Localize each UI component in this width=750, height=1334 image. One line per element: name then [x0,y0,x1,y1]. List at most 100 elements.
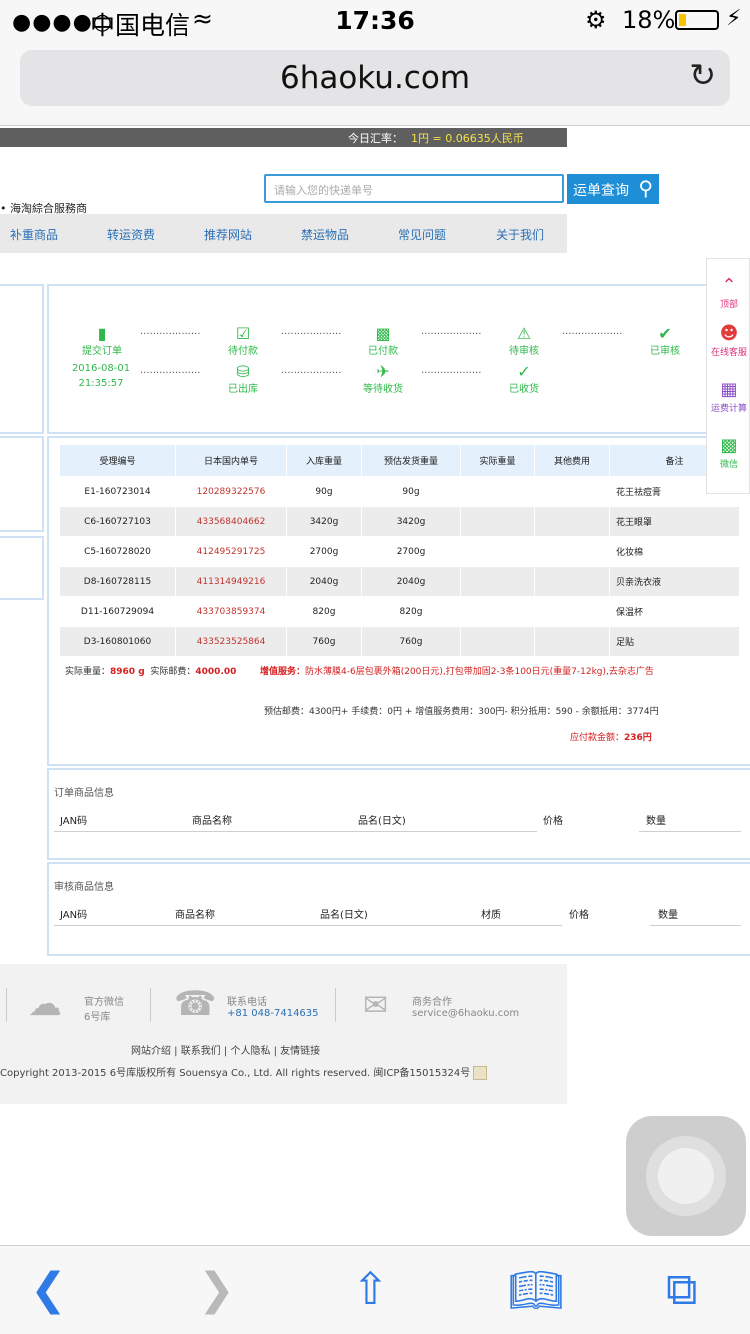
divider [639,831,741,832]
biz-label: 商务合作 [412,997,452,1008]
battery-icon [675,10,719,30]
divider [54,831,537,832]
battery-percent: 18% [622,6,676,34]
side-calculator-button[interactable]: ▦ 运费计算 [707,379,750,414]
value-added-service: 增值服务：防水薄膜4-6层包裹外箱(200日元),打包带加固2-3条100日元(… [260,667,654,677]
progress-dots: ................... [140,365,201,376]
left-panel-1 [0,284,44,434]
step-reviewed: ✔ 已审核 [630,324,700,357]
divider [150,988,151,1022]
wechat-icon: ☁ [28,984,62,1024]
submit-date: 2016-08-01 [71,363,131,374]
nav-item-supplement[interactable]: 补重商品 [10,226,58,243]
footer-links[interactable]: 网站介绍 | 联系我们 | 个人隐私 | 友情链接 [131,1042,320,1057]
col-in-weight: 入库重量 [286,444,362,477]
col-other-fee: 其他费用 [534,444,610,477]
back-icon[interactable]: ❮ [30,1264,67,1315]
check-circle-icon: ✔ [658,324,672,343]
step-pending-payment: ☑ 待付款 [208,324,278,357]
divider [6,988,7,1022]
battery-level [679,14,686,26]
side-service-button[interactable]: ☻ 在线客服 [707,323,750,358]
nav-item-faq[interactable]: 常见问题 [398,226,446,243]
qrcode-icon: ▩ [720,435,738,456]
progress-dots: ................... [281,365,342,376]
col-jp-name: 品名(日文) [358,816,406,827]
nav-item-recommended[interactable]: 推荐网站 [204,226,252,243]
divider [650,925,741,926]
share-icon[interactable]: ⇧ [352,1264,389,1315]
wechat-label: 官方微信 [84,997,124,1008]
order-progress-panel [47,284,750,434]
side-top-button[interactable]: ⌃ 顶部 [707,275,750,310]
nav-item-prohibited[interactable]: 禁运物品 [301,226,349,243]
search-icon: ⚲ [638,176,653,200]
progress-dots: ................... [562,326,623,337]
address-bar[interactable]: 6haoku.com ↻ [20,50,730,106]
step-received: ✓ 已收货 [489,362,559,395]
table-row: C6-160727103 433568404662 3420g 3420g 花王眼罩 [59,506,740,537]
agent-icon: ☻ [719,323,739,344]
payable-amount: 应付款金额：236円 [570,733,652,743]
airplane-icon: ✈ [376,362,390,381]
charging-icon: ⚡︎ [726,6,742,31]
check-icon: ✓ [517,362,531,381]
col-price: 价格 [543,816,563,827]
step-paid: ▩ 已付款 [348,324,418,357]
submit-time: 21:35:57 [78,378,124,389]
reload-icon[interactable]: ↻ [689,56,716,94]
progress-dots: ................... [421,365,482,376]
side-float-menu: ⌃ 顶部 ☻ 在线客服 ▦ 运费计算 ▩ 微信 [706,258,750,494]
side-wechat-button[interactable]: ▩ 微信 [707,435,750,470]
progress-dots: ................... [421,326,482,337]
tracking-search-input[interactable]: 请输入您的快递单号 [264,174,564,203]
nav-item-about[interactable]: 关于我们 [496,226,544,243]
divider [54,925,562,926]
step-pending-review: ⚠ 待审核 [489,324,559,357]
col-product-name: 商品名称 [175,910,215,921]
browser-toolbar: ❮ ❯ ⇧ 📖︎ ⧉ [0,1245,750,1334]
chevron-up-icon: ⌃ [721,275,737,296]
step-awaiting-delivery: ✈ 等待收货 [348,362,418,395]
main-nav: 补重商品 转运资费 推荐网站 禁运物品 常见问题 关于我们 [0,214,567,253]
forward-icon[interactable]: ❯ [198,1264,235,1315]
actual-weight: 8960 g [110,667,145,677]
col-qty: 数量 [646,816,666,827]
table-row: D11-160729094 433703859374 820g 820g 保温杯 [59,596,740,627]
assistive-touch-button[interactable] [626,1116,746,1236]
col-qty: 数量 [658,910,678,921]
table-header-row: 受理编号 日本国内单号 入库重量 预估发货重量 实际重量 其他费用 备注 [59,444,740,477]
nav-item-rates[interactable]: 转运资费 [107,226,155,243]
exchange-rate-label: 今日汇率： [348,132,403,145]
exchange-rate-value: 1円 = 0.06635人民币 [411,132,524,145]
document-icon: ▮ [97,324,107,343]
icp-badge-icon [473,1066,488,1080]
weight-postage-summary: 实际重量：8960 g 实际邮费：4000.00 [65,667,237,677]
col-product-name: 商品名称 [192,816,232,827]
exchange-rate-bar: 今日汇率： 1円 = 0.06635人民币 [0,128,567,147]
phone-value[interactable]: +81 048-7414635 [227,1008,319,1019]
col-jp-name: 品名(日文) [320,910,368,921]
edit-check-icon: ☑ [235,324,251,343]
copyright: Copyright 2013-2015 6号库版权所有 Souensya Co.… [0,1064,488,1080]
col-jp-tracking: 日本国内单号 [175,444,287,477]
divider [335,988,336,1022]
step-submitted: ▮ 提交订单 [67,324,137,357]
table-row: D8-160728115 411314949216 2040g 2040g 贝亲洗衣液 [59,566,740,597]
col-jan: JAN码 [60,816,88,827]
biz-email[interactable]: service@6haoku.com [412,1008,519,1019]
estimate-breakdown: 预估邮费：4300円+ 手续费：0円 + 增值服务费用：300円- 积分抵用：5… [264,707,659,717]
col-jan: JAN码 [60,910,88,921]
bookmarks-icon[interactable]: 📖︎ [508,1264,564,1316]
review-goods-title: 审核商品信息 [54,882,114,893]
col-price: 价格 [569,910,589,921]
card-icon: ▩ [375,324,391,343]
table-row: E1-160723014 120289322576 90g 90g 花王祛痘膏 [59,476,740,507]
phone-label: 联系电话 [227,997,267,1008]
col-accept-no: 受理编号 [59,444,176,477]
table-row: C5-160728020 412495291725 2700g 2700g 化妆棉 [59,536,740,567]
rotation-lock-icon: ⚙ [585,6,607,34]
tabs-icon[interactable]: ⧉ [666,1264,697,1315]
col-actual-weight: 实际重量 [460,444,535,477]
tracking-search-button[interactable]: 运单查询 ⚲ [567,174,659,204]
